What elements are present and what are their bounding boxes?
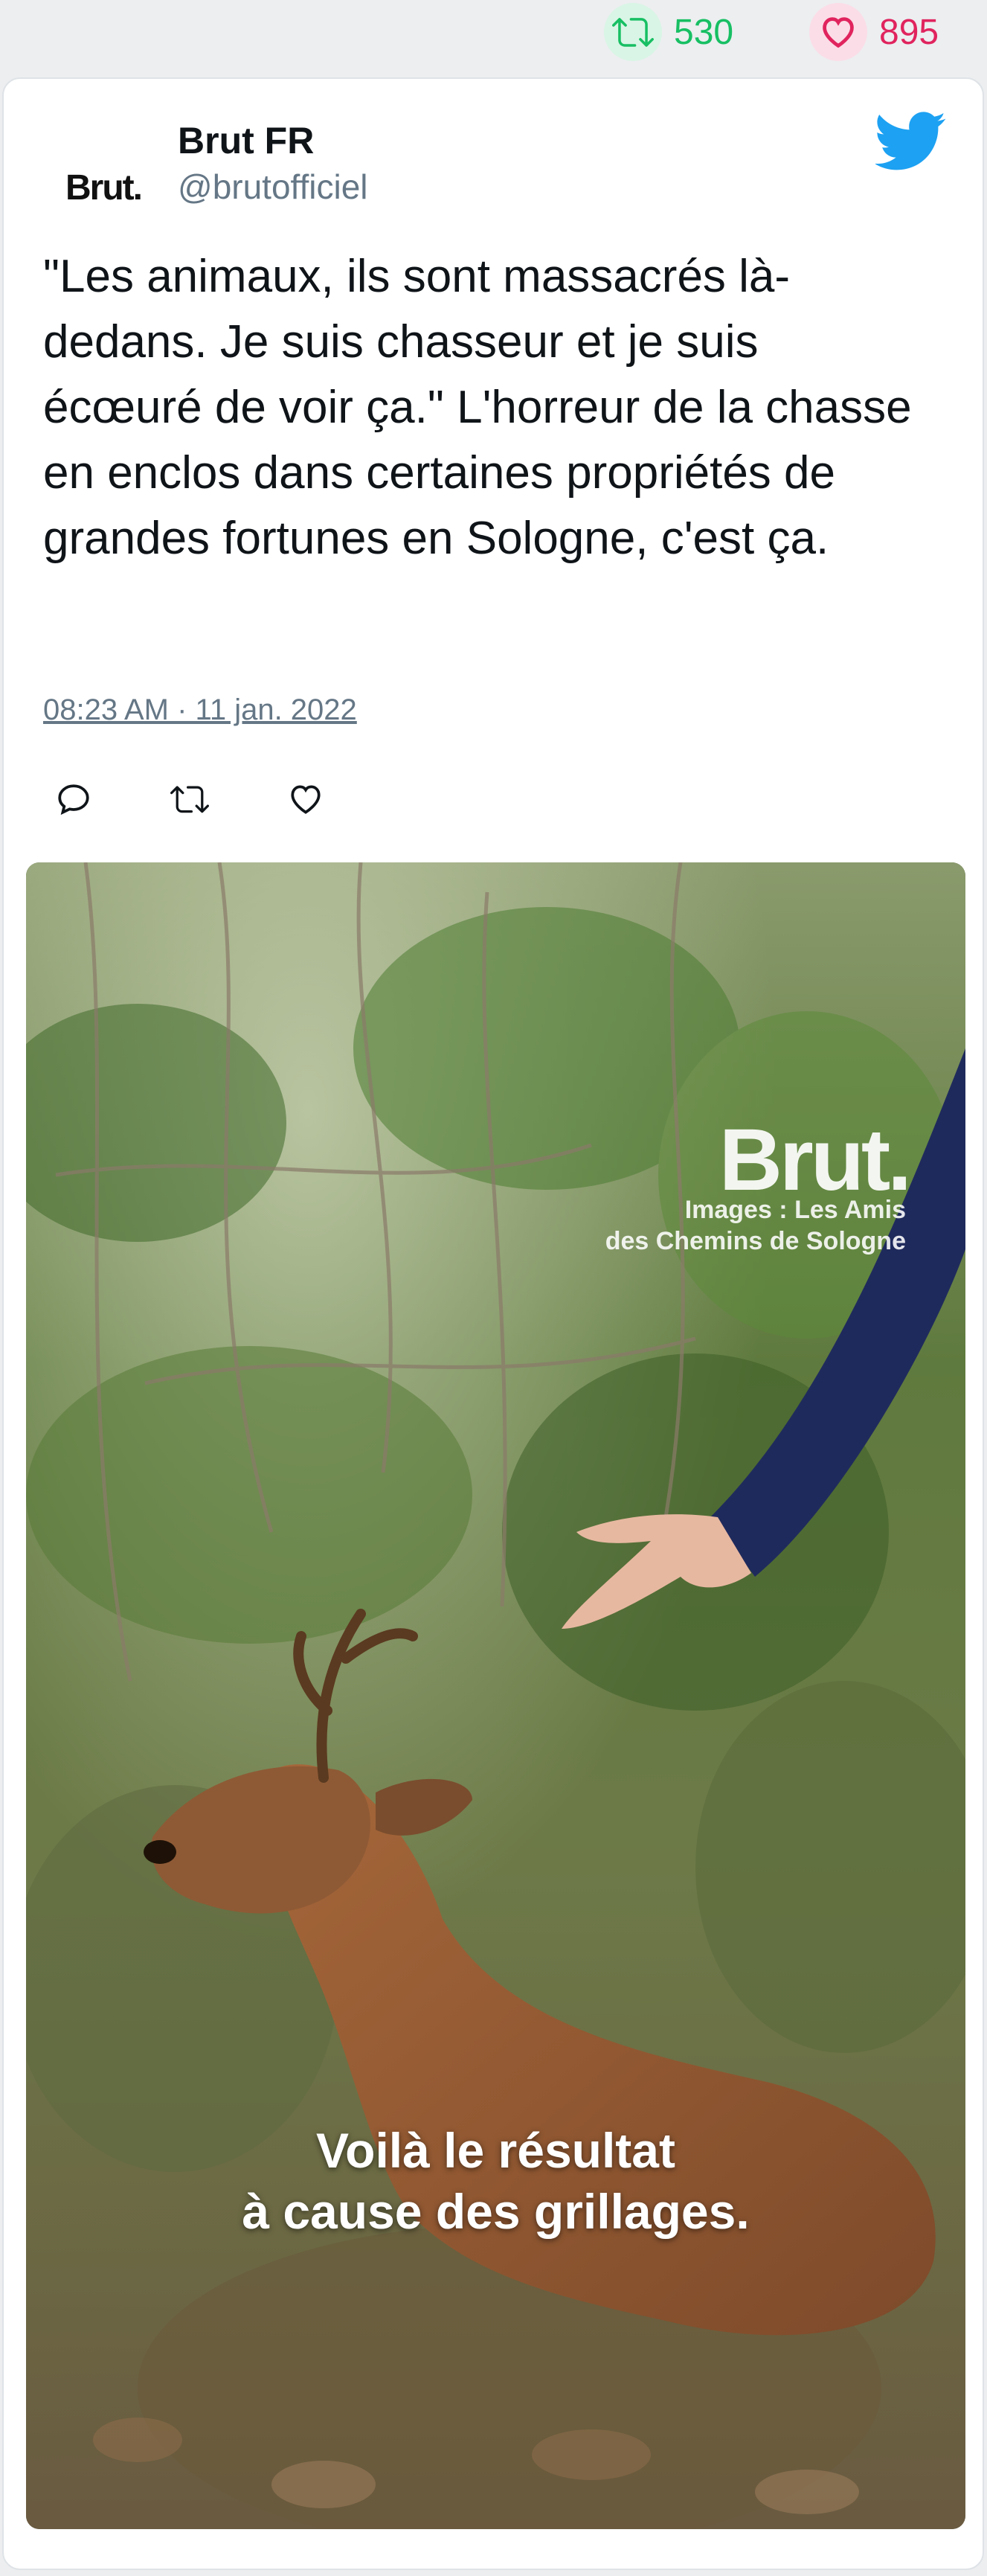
engagement-bar: 530 895 xyxy=(0,0,987,71)
retweet-count-stat[interactable]: 530 xyxy=(604,3,734,61)
tweet-actions xyxy=(53,778,327,820)
heart-icon xyxy=(809,3,867,61)
reply-icon[interactable] xyxy=(53,778,94,820)
image-credit: Images : Les Amis des Chemins de Sologne xyxy=(605,1194,906,1257)
avatar[interactable]: Brut. xyxy=(39,124,167,251)
tweet-video-thumbnail[interactable]: Brut. Images : Les Amis des Chemins de S… xyxy=(26,862,965,2529)
retweet-icon xyxy=(604,3,662,61)
author-name[interactable]: Brut FR xyxy=(178,119,314,162)
twitter-bird-icon[interactable] xyxy=(874,112,947,171)
like-count: 895 xyxy=(879,12,939,52)
image-credit-line-1: Images : Les Amis xyxy=(684,1196,906,1224)
video-caption: Voilà le résultat à cause des grillages. xyxy=(26,2120,965,2242)
like-count-stat[interactable]: 895 xyxy=(809,3,939,61)
tweet-card: Brut. Brut FR @brutofficiel "Les animaux… xyxy=(2,77,984,2570)
video-caption-line-1: Voilà le résultat xyxy=(316,2123,675,2178)
tweet-text: "Les animaux, ils sont massacrés là-deda… xyxy=(43,251,912,564)
retweet-action-icon[interactable] xyxy=(169,778,210,820)
author-handle[interactable]: @brutofficiel xyxy=(178,167,368,207)
retweet-count: 530 xyxy=(674,12,734,52)
avatar-logo-text: Brut. xyxy=(65,167,143,208)
like-action-icon[interactable] xyxy=(285,778,327,820)
image-credit-line-2: des Chemins de Sologne xyxy=(605,1227,906,1255)
tweet-timestamp-link[interactable]: 08:23 AM · 11 jan. 2022 xyxy=(43,693,357,727)
video-caption-line-2: à cause des grillages. xyxy=(242,2184,750,2239)
